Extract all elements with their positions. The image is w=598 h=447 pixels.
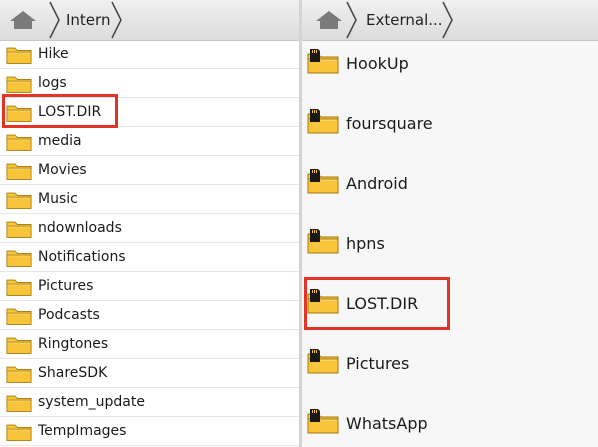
folder-label: ShareSDK <box>38 365 108 381</box>
home-button[interactable] <box>6 0 40 40</box>
breadcrumb-separator-icon <box>111 1 122 39</box>
sd-card-folder-icon <box>307 229 339 254</box>
folder-label: foursquare <box>346 114 433 133</box>
breadcrumb-separator-icon <box>49 1 60 39</box>
folder-icon <box>6 105 32 122</box>
folder-item[interactable]: ndownloads <box>0 214 299 243</box>
folder-item[interactable]: media <box>0 127 299 156</box>
folder-label: LOST.DIR <box>346 294 419 313</box>
sd-card-folder-icon <box>307 49 339 74</box>
home-icon <box>10 11 36 29</box>
folder-icon <box>6 250 32 267</box>
folder-label: logs <box>38 75 67 91</box>
folder-item[interactable]: Android <box>302 154 598 214</box>
folder-icon <box>6 134 32 151</box>
folder-label: TempImages <box>38 423 127 439</box>
folder-icon <box>6 366 32 383</box>
folder-item[interactable]: foursquare <box>302 94 598 154</box>
folder-icon <box>6 192 32 209</box>
folder-list: HookUp foursquare Android hpns LOST.DIR Pictu… <box>302 34 598 447</box>
folder-icon <box>6 163 32 180</box>
breadcrumb-bar: Interna <box>0 0 299 41</box>
folder-item[interactable]: LOST.DIR <box>0 98 299 127</box>
home-icon <box>316 11 342 29</box>
folder-item[interactable]: Music <box>0 185 299 214</box>
folder-item[interactable]: Movies <box>0 156 299 185</box>
breadcrumb-current[interactable]: Interna <box>66 0 111 40</box>
folder-icon <box>6 424 32 441</box>
folder-item[interactable]: Pictures <box>0 272 299 301</box>
sd-card-folder-icon <box>307 409 339 434</box>
folder-list: Hike logs LOST.DIR media Movies Music ndownloa… <box>0 40 299 446</box>
folder-item[interactable]: TempImages <box>0 417 299 446</box>
sd-card-folder-icon <box>307 109 339 134</box>
folder-item[interactable]: ShareSDK <box>0 359 299 388</box>
folder-item[interactable]: logs <box>0 69 299 98</box>
folder-label: hpns <box>346 234 385 253</box>
left-pane: Interna Hike logs LOST.DIR media Movies Music… <box>0 0 299 447</box>
folder-label: Podcasts <box>38 307 100 323</box>
folder-icon <box>6 47 32 64</box>
folder-label: WhatsApp <box>346 414 428 433</box>
folder-icon <box>6 76 32 93</box>
folder-label: HookUp <box>346 54 409 73</box>
folder-item[interactable]: LOST.DIR <box>302 274 598 334</box>
sd-card-folder-icon <box>307 349 339 374</box>
folder-label: system_update <box>38 394 145 410</box>
folder-icon <box>6 279 32 296</box>
folder-label: Ringtones <box>38 336 109 352</box>
folder-label: ndownloads <box>38 220 122 236</box>
folder-item[interactable]: HookUp <box>302 34 598 94</box>
folder-label: Pictures <box>346 354 410 373</box>
sd-card-folder-icon <box>307 169 339 194</box>
folder-label: media <box>38 133 82 149</box>
folder-item[interactable]: Hike <box>0 40 299 69</box>
folder-icon <box>6 308 32 325</box>
folder-item[interactable]: Ringtones <box>0 330 299 359</box>
folder-icon <box>6 395 32 412</box>
folder-label: Movies <box>38 162 87 178</box>
right-pane: External... HookUp foursquare Android hpns L… <box>302 0 598 447</box>
folder-label: Android <box>346 174 408 193</box>
folder-item[interactable]: system_update <box>0 388 299 417</box>
folder-icon <box>6 221 32 238</box>
folder-label: Pictures <box>38 278 94 294</box>
folder-label: Music <box>38 191 78 207</box>
folder-label: Notifications <box>38 249 126 265</box>
folder-icon <box>6 337 32 354</box>
folder-item[interactable]: Notifications <box>0 243 299 272</box>
folder-label: LOST.DIR <box>38 104 102 120</box>
folder-label: Hike <box>38 46 69 62</box>
folder-item[interactable]: Pictures <box>302 334 598 394</box>
folder-item[interactable]: WhatsApp <box>302 394 598 447</box>
folder-item[interactable]: Podcasts <box>0 301 299 330</box>
folder-item[interactable]: hpns <box>302 214 598 274</box>
sd-card-folder-icon <box>307 289 339 314</box>
